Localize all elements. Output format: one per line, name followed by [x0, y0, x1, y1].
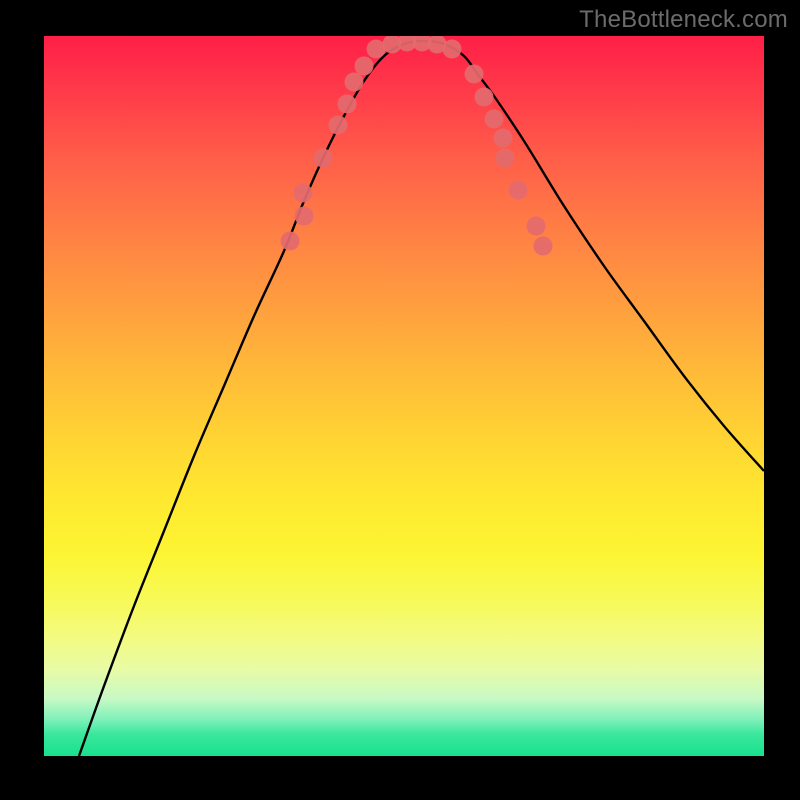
bottleneck-curve [79, 41, 764, 756]
data-marker [338, 95, 357, 114]
data-markers-group [281, 36, 553, 256]
chart-outer-frame: TheBottleneck.com [0, 0, 800, 800]
data-marker [527, 217, 546, 236]
watermark-label: TheBottleneck.com [579, 6, 788, 34]
curve-layer [44, 36, 764, 756]
data-marker [485, 110, 504, 129]
data-marker [534, 237, 553, 256]
data-marker [494, 129, 513, 148]
plot-area [44, 36, 764, 756]
data-marker [355, 57, 374, 76]
data-marker [294, 184, 313, 203]
data-marker [295, 207, 314, 226]
data-marker [465, 65, 484, 84]
data-marker [475, 88, 494, 107]
data-marker [281, 232, 300, 251]
data-marker [345, 73, 364, 92]
data-marker [443, 40, 462, 59]
data-marker [509, 181, 528, 200]
data-marker [329, 116, 348, 135]
data-marker [496, 149, 515, 168]
data-marker [314, 149, 333, 168]
